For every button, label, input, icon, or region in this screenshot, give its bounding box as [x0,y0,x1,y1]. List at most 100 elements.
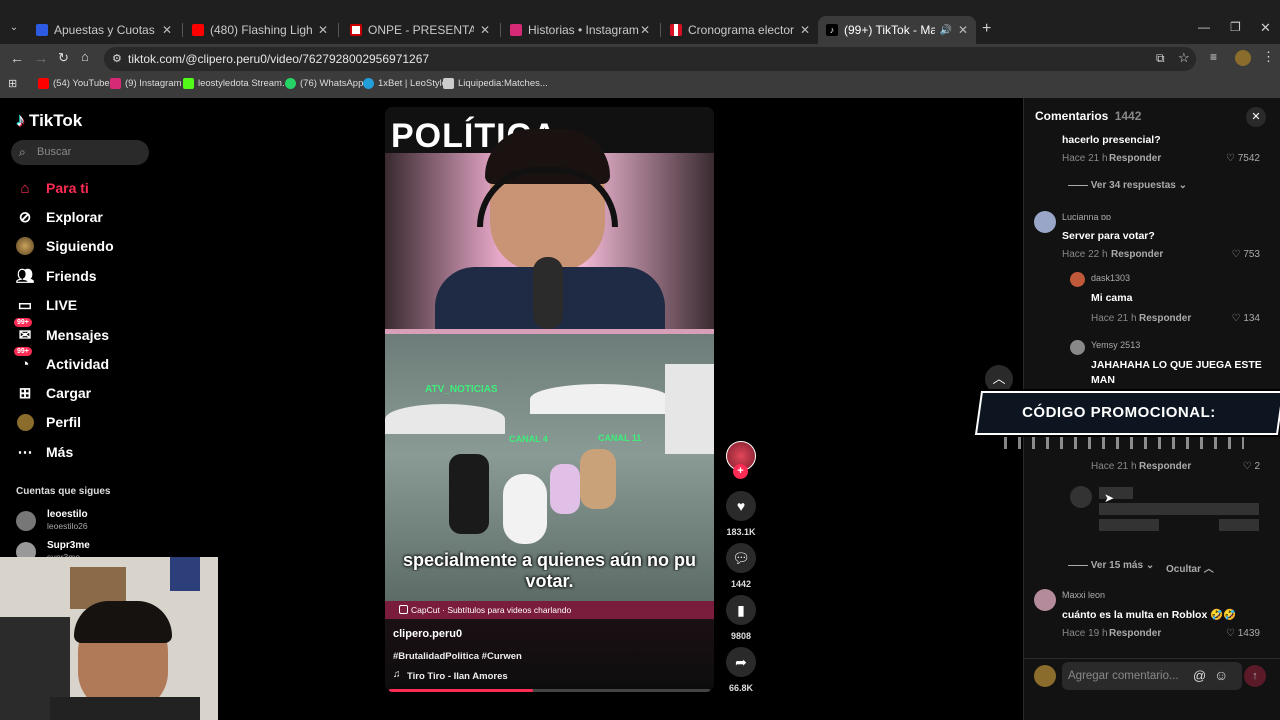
follow-plus-icon[interactable]: + [733,464,748,479]
media-controls-icon[interactable]: ≡ [1210,50,1217,64]
search-input[interactable]: Buscar [37,146,71,158]
new-tab-button[interactable]: + [982,20,991,38]
bookmark-1xbet[interactable]: 1xBet | LeoStyle [363,78,447,89]
video-player[interactable]: POLÍTICA ATV_NOTICIAS CANAL 4 CANAL 11 s… [385,107,714,692]
nav-label: Para ti [46,180,89,196]
tab-youtube[interactable]: (480) Flashing Lights - YouTube ✕ [184,16,336,44]
tab-tiktok[interactable]: ♪ (99+) TikTok - Make Your Da 🔊 ✕ [818,16,976,44]
reply-button[interactable]: Responder [1109,628,1161,639]
account-name: Supr3me [47,540,90,551]
avatar-character [550,464,580,514]
bookmark-youtube[interactable]: (54) YouTube [38,78,110,89]
close-icon[interactable]: ✕ [640,23,650,37]
tiktok-logo[interactable]: ♪ TikTok [16,110,82,131]
nav-actividad[interactable]: ◔ 99+ Actividad [14,347,109,373]
following-account[interactable]: leoestilo leoestilo26 [16,509,206,533]
sign-text: CANAL 4 [509,434,548,444]
save-button[interactable]: ▮ [726,595,756,625]
hide-replies[interactable]: Ocultar ︿ [1166,560,1214,575]
tab-cronograma[interactable]: Cronograma electoral 2026: fec ✕ [662,16,818,44]
tab-instagram[interactable]: Historias • Instagram ✕ [502,16,658,44]
avatar[interactable] [1070,340,1085,355]
bookmark-whatsapp[interactable]: (76) WhatsApp [285,78,363,89]
capcut-bar[interactable]: CapCut · Subtítulos para videos charland… [385,601,714,619]
reply-button[interactable]: Responder [1109,153,1161,164]
menu-icon[interactable]: ⋮ [1262,49,1275,65]
close-icon[interactable]: ✕ [318,23,328,37]
share-button[interactable]: ➦ [726,647,756,677]
close-icon[interactable]: ✕ [162,23,172,37]
comment-user[interactable]: Yemsy 2513 [1091,340,1140,350]
comment-text: hacerlo presencial? [1062,134,1161,146]
tab-label: (99+) TikTok - Make Your Da [844,23,936,37]
bookmark-kick[interactable]: leostyledota Stream... [183,78,290,89]
restore-button[interactable]: ❐ [1230,20,1241,34]
view-more-replies[interactable]: —— Ver 15 más ⌄ [1068,560,1154,571]
tab-esports[interactable]: Apuestas y Cuotas eSports ⊳ A ✕ [28,16,180,44]
emoji-icon[interactable]: ☺ [1214,667,1228,683]
tab-search-button[interactable]: ⌄ [6,22,22,38]
comment-text: JAHAHAHA LO QUE JUEGA ESTE MAN [1091,359,1262,386]
nav-explorar[interactable]: ⊘ Explorar [16,208,103,226]
nav-cargar[interactable]: ⊞ Cargar [16,384,91,402]
comment-button[interactable]: 💬︎ [726,543,756,573]
send-button[interactable]: ↑ [1244,665,1266,687]
nav-para-ti[interactable]: ⌂ Para ti [16,179,89,197]
speaker-icon[interactable]: 🔊 [939,25,951,36]
bookmark-instagram[interactable]: (9) Instagram [110,78,182,89]
back-icon[interactable]: ← [10,50,24,66]
tab-onpe[interactable]: ONPE - PRESENTACIÓN DE RES ✕ [342,16,498,44]
reply-button[interactable]: Responder [1111,249,1163,260]
site-info-icon[interactable]: ⚙ [112,52,122,65]
mention-icon[interactable]: @ [1193,668,1206,683]
search-box[interactable]: ⌕ Buscar [11,140,149,165]
nav-mas[interactable]: ⋯ Más [16,443,74,461]
profile-avatar[interactable] [1235,50,1251,66]
window-close-button[interactable]: ✕ [1260,20,1271,36]
reload-icon[interactable]: ↻ [58,50,69,66]
url-bar[interactable]: ⚙ tiktok.com/@clipero.peru0/video/762792… [104,47,1196,71]
comment-like[interactable]: ♡ 7542 [1214,153,1260,164]
close-icon[interactable]: ✕ [958,23,968,37]
comment-like[interactable]: ♡ 753 [1214,249,1260,260]
home-icon[interactable]: ⌂ [81,49,89,64]
reply-button[interactable]: Responder [1139,461,1191,472]
video-music[interactable]: Tiro Tiro - Ilan Amores [407,671,508,682]
scroll-up-button[interactable]: ︿ [985,365,1013,393]
nav-live[interactable]: ▭ LIVE [16,296,77,314]
comment-like[interactable]: ♡ 1439 [1214,628,1260,639]
nav-mensajes[interactable]: ✉ 99+ Mensajes [14,318,109,344]
bookmark-liquipedia[interactable]: Liquipedia:Matches... [443,78,548,89]
close-icon[interactable]: ✕ [480,23,490,37]
bookmark-label: leostyledota Stream... [198,78,290,89]
avatar[interactable] [1070,272,1085,287]
avatar[interactable] [1034,589,1056,611]
nav-perfil[interactable]: Perfil [16,413,81,431]
video-author[interactable]: clipero.peru0 [393,628,462,640]
bookmark-star-icon[interactable]: ☆ [1178,50,1190,66]
like-button[interactable]: ♥ [726,491,756,521]
nav-siguiendo[interactable]: Siguiendo [16,237,114,255]
comment-like[interactable]: ♡ 134 [1214,313,1260,324]
reply-button[interactable]: Responder [1139,313,1191,324]
comment-user[interactable]: Maxxi leon [1062,590,1105,600]
video-hashtags[interactable]: #BrutalidadPolitica #Curwen [393,651,522,662]
comment-like[interactable]: ♡ 2 [1214,461,1260,472]
close-icon[interactable]: ✕ [800,23,810,37]
comment-input[interactable]: Agregar comentario... @ ☺ [1062,662,1242,690]
comment-user[interactable]: Lucianna ɒɒ [1062,212,1111,222]
forward-icon[interactable]: → [34,50,48,66]
view-replies[interactable]: —— Ver 34 respuestas ⌄ [1068,180,1187,191]
minimize-button[interactable]: — [1198,20,1210,34]
apps-grid-icon[interactable]: ⊞ [8,77,17,90]
comments-panel: Comentarios 1442 ✕ hacerlo presencial? H… [974,98,1280,720]
comment-user[interactable]: dask1303 [1091,273,1130,283]
profile-icon [16,413,34,431]
progress-track[interactable] [389,689,710,692]
nav-friends[interactable]: 👥︎ Friends [15,267,96,285]
url-text[interactable]: tiktok.com/@clipero.peru0/video/76279280… [128,52,429,66]
close-comments-button[interactable]: ✕ [1246,107,1266,127]
share-icon: ➦ [735,653,747,670]
install-app-icon[interactable]: ⧉ [1156,51,1165,66]
avatar[interactable] [1034,211,1056,233]
